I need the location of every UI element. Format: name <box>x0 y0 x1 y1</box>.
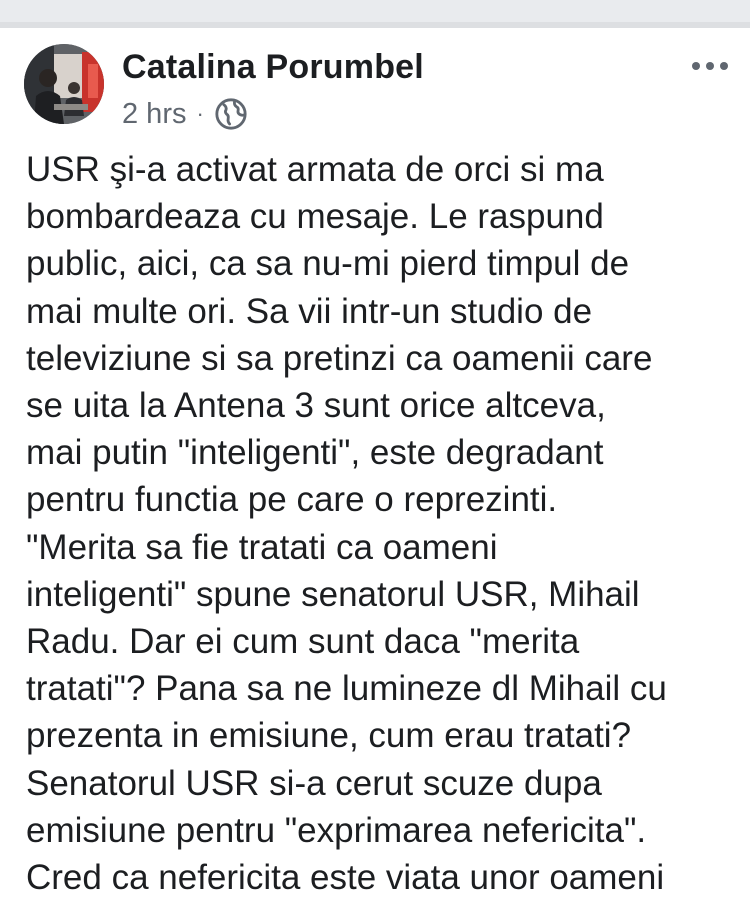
more-options-icon[interactable] <box>692 54 728 78</box>
post-body-line: public, aici, ca sa nu-mi pierd timpul d… <box>26 244 630 284</box>
author-name[interactable]: Catalina Porumbel <box>122 48 424 87</box>
meta-separator: · <box>196 101 204 126</box>
post-body-line: "Merita sa fie tratati ca oameni <box>26 527 498 567</box>
post-body-line: Cred ca nefericita este viata unor oamen… <box>26 858 665 898</box>
post-body-line: Senatorul USR si-a cerut scuze dupa <box>26 763 602 803</box>
post-body-line: Radu. Dar ei cum sunt daca "merita <box>26 622 580 662</box>
post-body-line: tratati"? Pana sa ne lumineze dl Mihail … <box>26 669 667 709</box>
feed-top-strip <box>0 0 750 28</box>
post-body-line: emisiune pentru "exprimarea nefericita". <box>26 810 647 850</box>
post-body: USR şi-a activat armata de orci si ma bo… <box>26 146 736 901</box>
post-body-line: mai putin "inteligenti", este degradant <box>26 433 604 473</box>
more-dot <box>720 62 728 70</box>
post-body-line: USR şi-a activat armata de orci si ma <box>26 150 604 189</box>
post-body-line: mai multe ori. Sa vii intr-un studio de <box>26 291 593 331</box>
post-body-line: televiziune si sa pretinzi ca oamenii ca… <box>26 338 653 378</box>
post-timestamp[interactable]: 2 hrs <box>122 98 186 131</box>
post-body-line: pentru functia pe care o reprezinti. <box>26 480 558 520</box>
post-body-line: se uita la Antena 3 sunt orice altceva, <box>26 386 606 426</box>
post-body-line: prezenta in emisiune, cum erau tratati? <box>26 716 632 756</box>
avatar-photo <box>24 44 104 124</box>
more-dot <box>706 62 714 70</box>
avatar[interactable] <box>24 44 104 124</box>
globe-icon[interactable] <box>214 97 248 131</box>
more-dot <box>692 62 700 70</box>
post-meta: 2 hrs · <box>122 96 248 132</box>
post-body-line: inteligenti" spune senatorul USR, Mihail <box>26 574 640 614</box>
post-body-line: bombardeaza cu mesaje. Le raspund <box>26 197 604 237</box>
post-card: Catalina Porumbel 2 hrs · USR şi-a activ… <box>0 28 750 918</box>
